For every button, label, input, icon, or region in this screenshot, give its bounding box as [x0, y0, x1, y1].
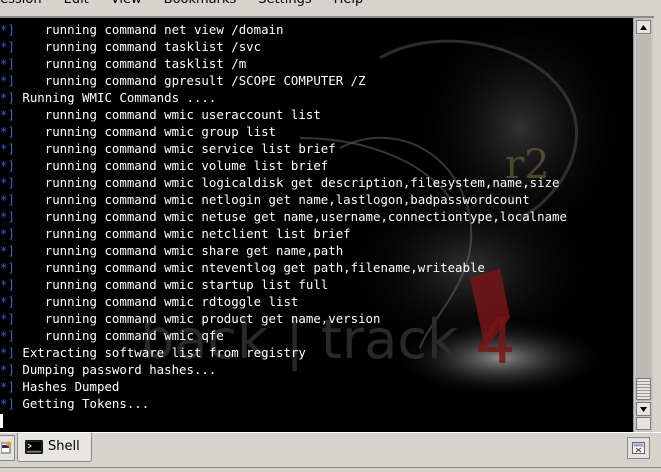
line-text: running command wmic logicaldisk get des…	[14, 175, 560, 190]
close-tab-button[interactable]	[627, 437, 650, 459]
line-text: running command wmic useraccount list	[14, 107, 321, 122]
menu-edit[interactable]: Edit	[64, 0, 89, 8]
bottom-divider	[0, 467, 661, 468]
scroll-down-button[interactable]	[636, 402, 651, 416]
line-prefix: *]	[0, 345, 15, 360]
line-prefix: *]	[0, 277, 15, 292]
tab-label: Shell	[48, 439, 80, 454]
line-prefix: *]	[0, 311, 15, 326]
line-prefix: *]	[0, 175, 15, 190]
line-text: running command wmic qfe	[14, 328, 224, 343]
line-prefix: *]	[0, 56, 15, 71]
terminal-line: *] running command wmic share get name,p…	[0, 242, 567, 259]
terminal-line: *] running command wmic netclient list b…	[0, 225, 567, 242]
line-prefix: *]	[0, 328, 15, 343]
scrollbar-trough[interactable]	[636, 35, 651, 401]
terminal-line: *] running command wmic startup list ful…	[0, 276, 567, 293]
line-prefix: *]	[0, 73, 15, 88]
arrow-up-icon	[640, 24, 647, 30]
terminal-line: *] running command wmic qfe	[0, 327, 567, 344]
line-text: running command wmic rdtoggle list	[14, 294, 299, 309]
line-prefix: *]	[0, 192, 15, 207]
line-text: Getting Tokens...	[14, 396, 150, 411]
terminal-line: *] running command wmic service list bri…	[0, 140, 567, 157]
line-prefix: *]	[0, 124, 15, 139]
line-text: running command wmic service list brief	[14, 141, 336, 156]
terminal-line: *] Dumping password hashes...	[0, 361, 567, 378]
tab-bar: Shell	[0, 432, 661, 472]
tab-shell[interactable]: Shell	[17, 433, 92, 462]
line-text: running command wmic volume list brief	[14, 158, 329, 173]
terminal-icon	[25, 440, 43, 454]
line-prefix: *]	[0, 141, 15, 156]
terminal-line: *] running command net view /domain	[0, 21, 567, 38]
terminal-line: *] running command wmic nteventlog get p…	[0, 259, 567, 276]
line-text: running command tasklist /svc	[14, 39, 262, 54]
line-text: running command tasklist /m	[14, 56, 247, 71]
arrow-down-icon	[640, 406, 647, 412]
menu-view[interactable]: View	[111, 0, 142, 8]
line-text: running command wmic netlogin get name,l…	[14, 192, 530, 207]
line-prefix: *]	[0, 379, 15, 394]
terminal-line: *] running command wmic rdtoggle list	[0, 293, 567, 310]
line-text: running command wmic product get name,ve…	[14, 311, 381, 326]
line-prefix: *]	[0, 90, 15, 105]
line-prefix: *]	[0, 243, 15, 258]
terminal-line: *] running command tasklist /svc	[0, 38, 567, 55]
line-prefix: *]	[0, 260, 15, 275]
terminal-line: *] running command wmic group list	[0, 123, 567, 140]
terminal-view[interactable]: back | track 4 r2 *] running command net…	[0, 18, 633, 432]
line-text: running command net view /domain	[14, 22, 284, 37]
line-prefix: *]	[0, 107, 15, 122]
terminal-line: *] running command wmic volume list brie…	[0, 157, 567, 174]
terminal-line: *] running command wmic netlogin get nam…	[0, 191, 567, 208]
line-text: Hashes Dumped	[14, 379, 120, 394]
terminal-output: *] running command net view /domain *] ru…	[0, 21, 567, 412]
scrollbar-corner	[636, 417, 651, 430]
line-text: running command wmic share get name,path	[14, 243, 344, 258]
menu-bookmarks[interactable]: Bookmarks	[164, 0, 237, 8]
new-tab-button[interactable]	[0, 435, 15, 461]
scroll-up-button[interactable]	[636, 20, 651, 34]
line-text: Extracting software list from registry	[14, 345, 306, 360]
terminal-line: *] running command gpresult /SCOPE COMPU…	[0, 72, 567, 89]
line-text: Dumping password hashes...	[14, 362, 217, 377]
line-prefix: *]	[0, 158, 15, 173]
line-prefix: *]	[0, 39, 15, 54]
line-text: running command wmic netclient list brie…	[14, 226, 351, 241]
terminal-line: *] running command wmic useraccount list	[0, 106, 567, 123]
text-cursor	[0, 414, 3, 428]
terminal-line: *] Hashes Dumped	[0, 378, 567, 395]
terminal-line: *] running command wmic netuse get name,…	[0, 208, 567, 225]
line-text: running command wmic nteventlog get path…	[14, 260, 485, 275]
close-tab-icon	[632, 442, 645, 454]
terminal-line: *] running command wmic product get name…	[0, 310, 567, 327]
menu-help[interactable]: Help	[334, 0, 364, 8]
menu-settings[interactable]: Settings	[258, 0, 311, 8]
terminal-line: *] running command wmic logicaldisk get …	[0, 174, 567, 191]
vertical-scrollbar[interactable]	[633, 18, 653, 432]
line-prefix: *]	[0, 209, 15, 224]
line-text: running command wmic startup list full	[14, 277, 329, 292]
line-text: running command wmic netuse get name,use…	[14, 209, 567, 224]
scrollbar-thumb[interactable]	[636, 378, 651, 400]
terminal-line: *] running command tasklist /m	[0, 55, 567, 72]
terminal-line: *] Extracting software list from registr…	[0, 344, 567, 361]
line-text: Running WMIC Commands ....	[14, 90, 217, 105]
line-text: running command gpresult /SCOPE COMPUTER…	[14, 73, 366, 88]
line-text: running command wmic group list	[14, 124, 277, 139]
new-tab-icon	[1, 441, 12, 454]
line-prefix: *]	[0, 396, 15, 411]
line-prefix: *]	[0, 294, 15, 309]
line-prefix: *]	[0, 226, 15, 241]
terminal-line: *] Getting Tokens...	[0, 395, 567, 412]
menu-bar: Session Edit View Bookmarks Settings Help	[0, 0, 661, 9]
menu-session[interactable]: Session	[0, 0, 42, 8]
terminal-line: *] Running WMIC Commands ....	[0, 89, 567, 106]
line-prefix: *]	[0, 22, 15, 37]
line-prefix: *]	[0, 362, 15, 377]
